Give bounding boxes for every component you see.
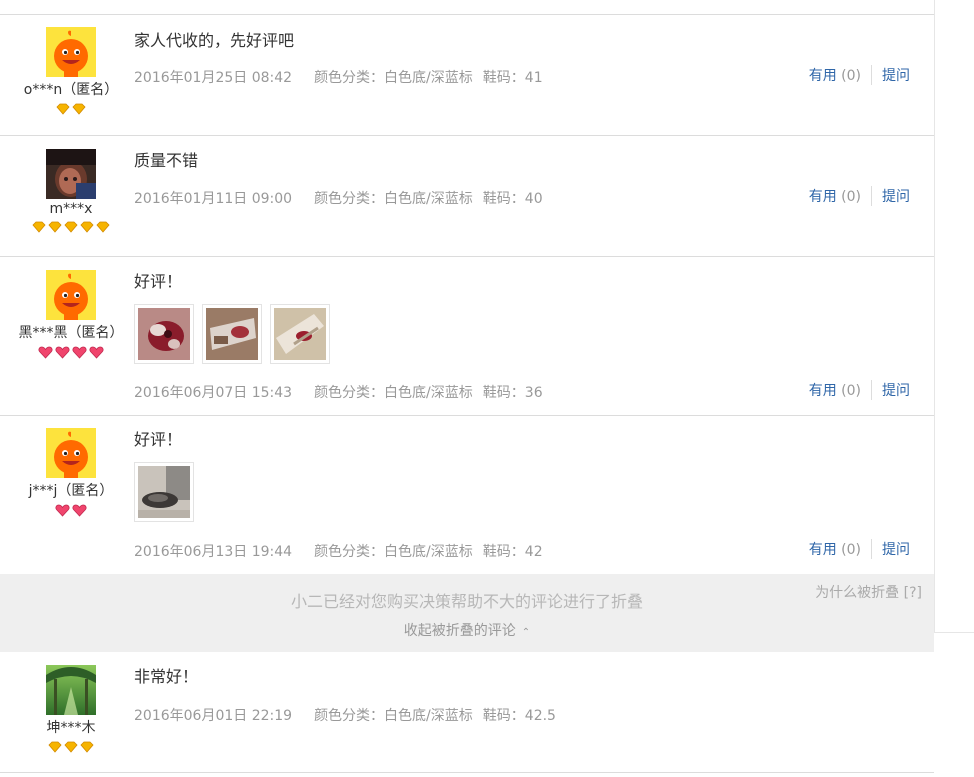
review-photo-thumbnail[interactable] <box>270 304 330 364</box>
reviewer: j***j（匿名） <box>0 428 142 518</box>
review-text: 家人代收的，先好评吧 <box>134 31 295 50</box>
review-meta: 2016年01月11日 09:00 颜色分类：白色底/深蓝标 鞋码：40 <box>134 188 543 208</box>
why-folded-link[interactable]: 为什么被折叠 [?] <box>815 582 922 602</box>
reviewer-level <box>0 504 142 518</box>
useful-button[interactable]: 有用 (0) <box>809 380 861 400</box>
divider <box>871 186 872 206</box>
divider <box>871 65 872 85</box>
review-photo-thumbnail[interactable] <box>202 304 262 364</box>
review-text: 好评！ <box>134 430 183 449</box>
reviewer-name: j***j（匿名） <box>28 483 114 499</box>
review-actions: 有用 (0) 提问 <box>809 186 910 206</box>
review-sku: 颜色分类：白色底/深蓝标 <box>314 385 473 401</box>
red-heart-icon <box>55 504 70 517</box>
review-size: 鞋码：42.5 <box>482 708 556 724</box>
review-photos <box>134 462 194 522</box>
review-actions: 有用 (0) 提问 <box>809 380 910 400</box>
review-item: 黑***黑（匿名） 好评！ 2016年06月07日 15:43 颜色分类：白色底/… <box>0 257 934 415</box>
useful-button[interactable]: 有用 (0) <box>809 65 861 85</box>
review-item: o***n（匿名） 家人代收的，先好评吧 2016年01月25日 08:42 颜色… <box>0 15 934 135</box>
reviewer-name: 坤***木 <box>46 720 96 736</box>
review-meta: 2016年06月13日 19:44 颜色分类：白色底/深蓝标 鞋码：42 <box>134 541 543 561</box>
reviewer-level <box>0 741 142 755</box>
ask-button[interactable]: 提问 <box>882 539 910 559</box>
forest-avatar[interactable] <box>46 665 96 715</box>
yellow-diamond-icon <box>64 221 78 233</box>
yellow-diamond-icon <box>72 103 86 115</box>
reviewer-name: o***n（匿名） <box>23 82 119 98</box>
divider <box>871 380 872 400</box>
reviewer: m***x <box>0 149 142 235</box>
red-heart-icon <box>72 346 87 359</box>
useful-button[interactable]: 有用 (0) <box>809 539 861 559</box>
mascot-avatar[interactable] <box>46 270 96 320</box>
reviewer-level <box>0 221 142 235</box>
yellow-diamond-icon <box>48 221 62 233</box>
review-item: m***x 质量不错 2016年01月11日 09:00 颜色分类：白色底/深蓝标… <box>0 136 934 256</box>
review-photo-thumbnail[interactable] <box>134 462 194 522</box>
yellow-diamond-icon <box>56 103 70 115</box>
review-actions: 有用 (0) 提问 <box>809 65 910 85</box>
yellow-diamond-icon <box>80 221 94 233</box>
review-size: 鞋码：41 <box>482 70 543 86</box>
ask-button[interactable]: 提问 <box>882 380 910 400</box>
folded-review-item: 坤***木 非常好！ 2016年06月01日 22:19 颜色分类：白色底/深蓝标… <box>0 652 934 772</box>
folded-reviews-banner: 小二已经对您购买决策帮助不大的评论进行了折叠 收起被折叠的评论 ⌃ 为什么被折叠 … <box>0 574 934 652</box>
review-date: 2016年06月01日 22:19 <box>134 708 293 724</box>
yellow-diamond-icon <box>48 741 62 753</box>
review-sku: 颜色分类：白色底/深蓝标 <box>314 544 473 560</box>
folded-notice: 小二已经对您购买决策帮助不大的评论进行了折叠 <box>290 592 643 611</box>
reviewer-name: m***x <box>49 201 93 217</box>
photo-avatar[interactable] <box>46 149 96 199</box>
mascot-avatar[interactable] <box>46 428 96 478</box>
review-actions: 有用 (0) 提问 <box>809 539 910 559</box>
yellow-diamond-icon <box>96 221 110 233</box>
divider <box>0 772 934 773</box>
review-meta: 2016年01月25日 08:42 颜色分类：白色底/深蓝标 鞋码：41 <box>134 67 543 87</box>
mascot-avatar[interactable] <box>46 27 96 77</box>
review-size: 鞋码：40 <box>482 191 543 207</box>
yellow-diamond-icon <box>64 741 78 753</box>
red-heart-icon <box>38 346 53 359</box>
review-date: 2016年06月13日 19:44 <box>134 544 293 560</box>
yellow-diamond-icon <box>80 741 94 753</box>
review-date: 2016年01月25日 08:42 <box>134 70 293 86</box>
review-item: j***j（匿名） 好评！ 2016年06月13日 19:44 颜色分类：白色底/… <box>0 416 934 574</box>
red-heart-icon <box>72 504 87 517</box>
reviewer-name: 黑***黑（匿名） <box>18 325 124 341</box>
review-size: 鞋码：42 <box>482 544 543 560</box>
review-sku: 颜色分类：白色底/深蓝标 <box>314 191 473 207</box>
review-meta: 2016年06月01日 22:19 颜色分类：白色底/深蓝标 鞋码：42.5 <box>134 705 556 725</box>
divider <box>871 539 872 559</box>
review-text: 质量不错 <box>134 151 199 170</box>
useful-button[interactable]: 有用 (0) <box>809 186 861 206</box>
chevron-up-icon: ⌃ <box>521 627 531 638</box>
collapse-folded-button[interactable]: 收起被折叠的评论 ⌃ <box>0 620 934 640</box>
review-date: 2016年06月07日 15:43 <box>134 385 293 401</box>
reviewer-level <box>0 346 142 360</box>
review-sku: 颜色分类：白色底/深蓝标 <box>314 708 473 724</box>
reviewer: 黑***黑（匿名） <box>0 270 142 360</box>
review-sku: 颜色分类：白色底/深蓝标 <box>314 70 473 86</box>
review-date: 2016年01月11日 09:00 <box>134 191 293 207</box>
yellow-diamond-icon <box>32 221 46 233</box>
reviewer: 坤***木 <box>0 665 142 755</box>
review-meta: 2016年06月07日 15:43 颜色分类：白色底/深蓝标 鞋码：36 <box>134 382 543 402</box>
reviewer-level <box>0 103 142 117</box>
red-heart-icon <box>55 346 70 359</box>
review-size: 鞋码：36 <box>482 385 543 401</box>
review-photo-thumbnail[interactable] <box>134 304 194 364</box>
red-heart-icon <box>89 346 104 359</box>
review-photos <box>134 304 330 364</box>
ask-button[interactable]: 提问 <box>882 186 910 206</box>
ask-button[interactable]: 提问 <box>882 65 910 85</box>
reviewer: o***n（匿名） <box>0 27 142 117</box>
review-text: 非常好！ <box>134 667 199 686</box>
panel-border <box>934 632 974 633</box>
review-text: 好评！ <box>134 272 183 291</box>
